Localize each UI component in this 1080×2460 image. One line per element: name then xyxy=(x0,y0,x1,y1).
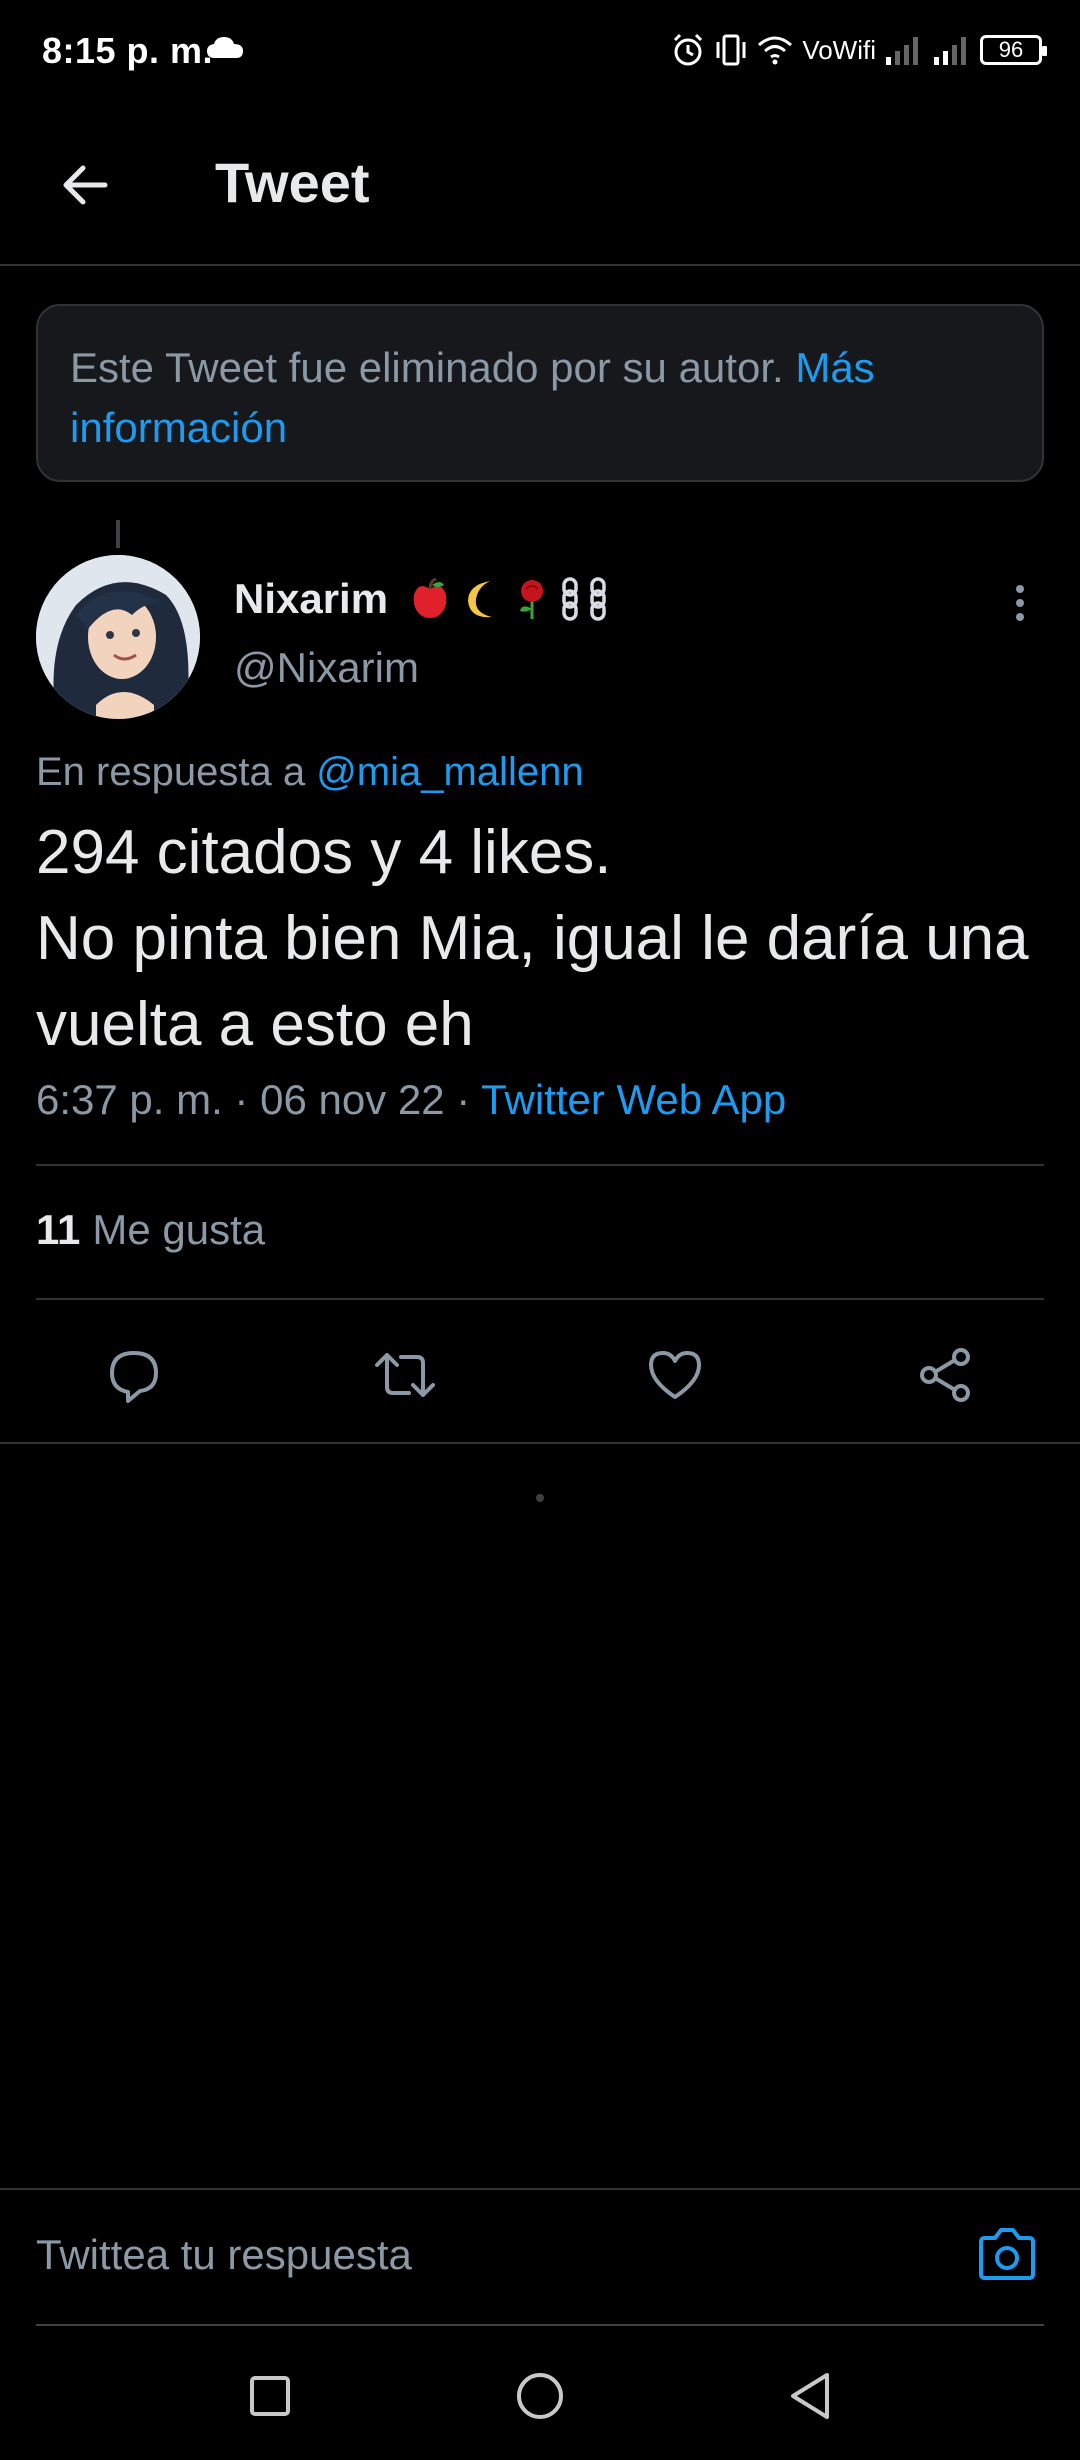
author-name: Nixarim xyxy=(234,575,389,622)
retweet-button[interactable] xyxy=(370,1340,440,1410)
tweet-text: 294 citados y 4 likes. No pinta bien Mia… xyxy=(36,810,1036,1068)
heart-icon xyxy=(649,1351,701,1399)
circle-icon xyxy=(517,2373,563,2419)
reply-context: En respuesta a @mia_mallenn xyxy=(36,750,584,795)
camera-button[interactable] xyxy=(970,2218,1044,2292)
wifi-icon xyxy=(758,36,793,65)
battery-indicator: 96 xyxy=(980,35,1047,65)
divider xyxy=(36,1164,1044,1166)
cloud-icon xyxy=(207,37,243,58)
system-nav-bar xyxy=(0,2330,1080,2460)
signal-icon-2 xyxy=(934,37,966,65)
share-icon xyxy=(920,1348,970,1402)
vowifi-indicator: VoWifi xyxy=(802,34,876,65)
loading-indicator xyxy=(536,1494,544,1502)
vibrate-icon xyxy=(716,34,746,66)
more-options-button[interactable] xyxy=(1000,578,1040,628)
square-icon xyxy=(250,2376,290,2416)
author-handle[interactable]: @Nixarim xyxy=(234,644,419,692)
back-button[interactable] xyxy=(50,150,120,220)
tweet-time: 6:37 p. m. xyxy=(36,1076,223,1123)
recent-apps-button[interactable] xyxy=(240,2366,300,2426)
status-time: 8:15 p. m. xyxy=(42,30,214,71)
back-nav-button[interactable] xyxy=(780,2366,840,2426)
alarm-icon xyxy=(674,33,703,66)
status-icons: VoWifi 96 xyxy=(670,30,1047,70)
tweet-date: 06 nov 22 xyxy=(260,1076,445,1123)
likes-label: Me gusta xyxy=(92,1206,266,1253)
page-title: Tweet xyxy=(215,151,370,214)
meta-separator: · xyxy=(222,1076,261,1123)
avatar-image xyxy=(36,555,200,719)
rose-emoji-icon xyxy=(520,580,544,619)
likes-count: 11 xyxy=(36,1206,81,1253)
likes-row[interactable]: 11 Me gusta xyxy=(36,1206,265,1254)
chains-emoji-icon xyxy=(562,577,606,621)
more-dot-icon xyxy=(1016,613,1024,621)
more-dot-icon xyxy=(1016,585,1024,593)
divider xyxy=(36,1298,1044,1300)
reply-prefix: En respuesta a xyxy=(36,750,317,794)
reply-mention-link[interactable]: @mia_mallenn xyxy=(316,750,583,794)
author-emojis xyxy=(408,577,610,621)
arrow-left-icon xyxy=(63,165,108,205)
status-bar: 8:15 p. m. VoWifi 96 xyxy=(0,0,1080,100)
reply-input[interactable] xyxy=(36,2220,936,2290)
deleted-notice-text: Este Tweet fue eliminado por su autor. xyxy=(70,344,796,391)
more-dot-icon xyxy=(1016,599,1024,607)
home-button[interactable] xyxy=(510,2366,570,2426)
apple-emoji-icon xyxy=(413,577,447,618)
divider xyxy=(0,1442,1080,1444)
meta-separator: · xyxy=(444,1076,482,1123)
signal-icon-1 xyxy=(886,37,918,65)
share-button[interactable] xyxy=(910,1340,980,1410)
crescent-moon-emoji-icon xyxy=(468,581,493,618)
reply-composer xyxy=(0,2188,1080,2326)
author-name-row[interactable]: Nixarim xyxy=(234,575,610,623)
reply-button[interactable] xyxy=(99,1340,169,1410)
like-button[interactable] xyxy=(640,1340,710,1410)
tweet-text-line: No pinta bien Mia, igual le daría una vu… xyxy=(36,904,1029,1059)
triangle-back-icon xyxy=(791,2373,829,2419)
deleted-tweet-notice: Este Tweet fue eliminado por su autor. M… xyxy=(36,304,1044,482)
retweet-icon xyxy=(375,1353,435,1397)
tweet-text-line: 294 citados y 4 likes. xyxy=(36,818,612,887)
tweet-source-link[interactable]: Twitter Web App xyxy=(481,1076,786,1123)
composer-underline xyxy=(36,2324,1044,2326)
tweet-detail-screen: 8:15 p. m. VoWifi 96 Tweet Este Tweet fu… xyxy=(0,0,1080,2460)
reply-icon xyxy=(110,1351,158,1403)
tweet-meta: 6:37 p. m. · 06 nov 22 · Twitter Web App xyxy=(36,1076,786,1124)
thread-connector xyxy=(116,520,120,548)
app-header: Tweet xyxy=(0,120,1080,266)
avatar[interactable] xyxy=(36,555,200,719)
tweet-actions xyxy=(0,1310,1080,1434)
camera-icon xyxy=(979,2228,1035,2280)
